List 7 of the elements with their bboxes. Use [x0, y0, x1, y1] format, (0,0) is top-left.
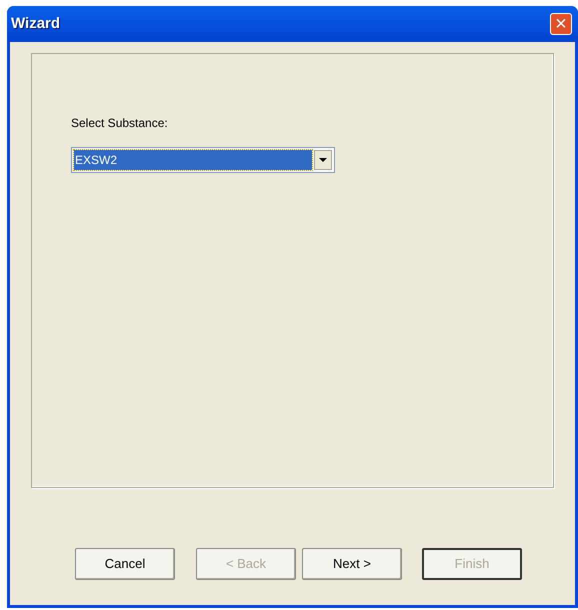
wizard-button[interactable]: Cancel — [75, 548, 175, 580]
window-title: Wizard — [11, 14, 60, 34]
substance-dropdown[interactable]: EXSW2 — [71, 147, 335, 173]
field-label: Select Substance: — [71, 115, 169, 132]
close-button[interactable]: × — [550, 13, 572, 35]
dropdown-value: EXSW2 — [74, 150, 312, 170]
wizard-button[interactable]: Next > — [302, 548, 402, 580]
